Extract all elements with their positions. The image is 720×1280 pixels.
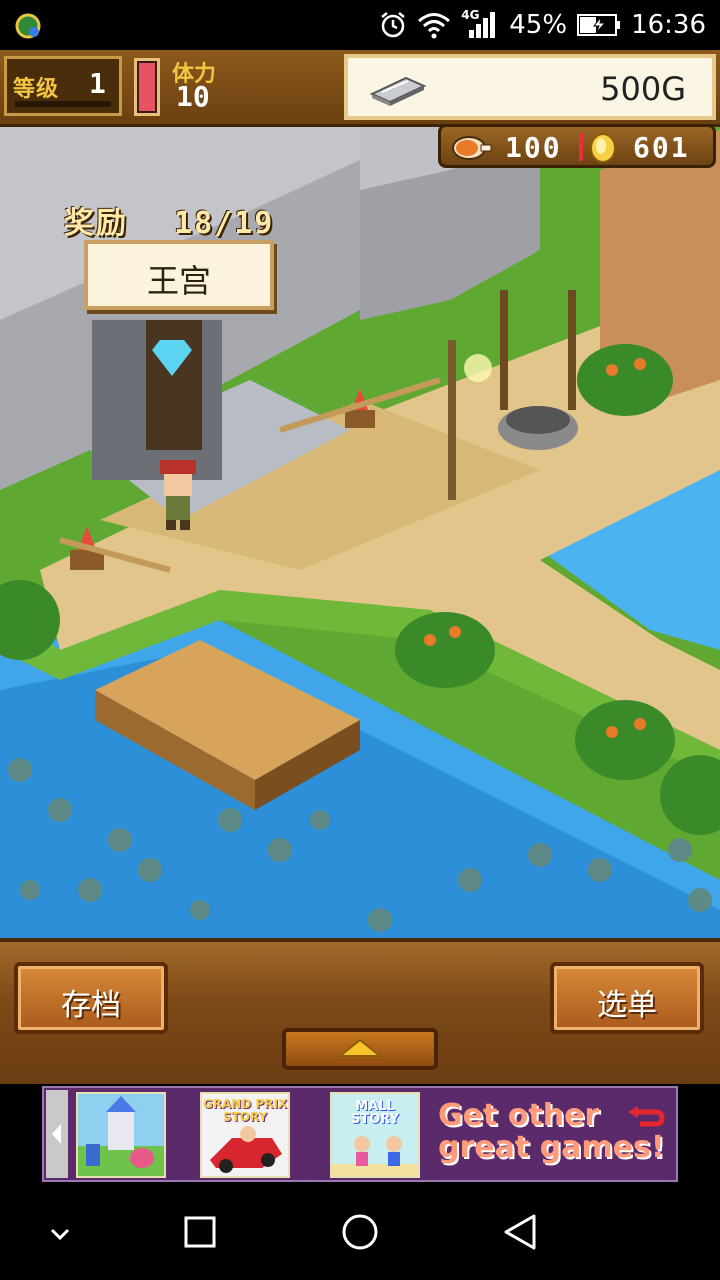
triangle-up-icon (337, 1038, 383, 1057)
gold-value: 500G (600, 70, 686, 108)
chevron-left-icon (52, 1124, 61, 1144)
meat-icon (452, 136, 492, 160)
cta-line-2: great games! (438, 1130, 665, 1165)
battery-percent: 45% (509, 10, 568, 40)
menu-button[interactable]: 选单 (550, 962, 704, 1034)
expand-menu-button[interactable] (282, 1028, 438, 1070)
grand-prix-story-app[interactable]: GRAND PRIX STORY (200, 1092, 290, 1178)
bush (575, 700, 675, 780)
collapse-icon[interactable] (30, 1206, 90, 1262)
battery-charging-icon (577, 14, 621, 36)
bush (395, 612, 495, 688)
top-hud: 等级 1 体力 10 500G (0, 50, 720, 127)
reward-progress: 18/19 (174, 206, 275, 241)
get-games-cta[interactable]: Get other great games! (438, 1100, 674, 1172)
reward-label: 奖励 (64, 206, 128, 241)
alarm-icon (381, 12, 406, 38)
ad-prev-button[interactable] (46, 1090, 68, 1178)
bush (577, 344, 673, 416)
level-panel: 等级 1 (4, 56, 122, 116)
stamina-fill (139, 63, 155, 111)
signal-icon: 4G (461, 8, 499, 40)
location-sign[interactable]: 王宫 (84, 240, 274, 310)
stamina-gauge (134, 58, 160, 116)
recents-icon[interactable] (170, 1206, 230, 1262)
shoppers-icon (332, 1136, 418, 1176)
town-scene (0, 50, 720, 938)
stamina-value: 10 (176, 80, 210, 113)
castle-icon (78, 1096, 164, 1176)
clock: 16:36 (631, 10, 706, 40)
status-bar: 4G 45% 16:36 (0, 0, 720, 50)
location-name: 王宫 (146, 262, 211, 300)
experience-bar (15, 101, 111, 107)
resource-bar: 100 601 (438, 124, 716, 168)
coin-icon (590, 133, 616, 163)
gold-panel: 500G (344, 54, 716, 120)
castle-game-app[interactable] (76, 1092, 166, 1178)
return-arrow-icon (628, 1106, 665, 1127)
silver-bar-icon (369, 76, 427, 106)
save-button-label: 存档 (61, 988, 121, 1023)
bottom-menu: 存档 选单 (0, 938, 720, 1088)
mall-story-app[interactable]: MALL STORY (330, 1092, 420, 1178)
level-label: 等级 (13, 77, 60, 102)
race-car-icon (210, 1126, 282, 1173)
back-icon[interactable] (490, 1206, 550, 1262)
coin-value: 601 (633, 131, 690, 164)
menu-button-label: 选单 (597, 988, 657, 1023)
level-value: 1 (89, 67, 106, 100)
home-icon[interactable] (330, 1206, 390, 1262)
ad-banner[interactable]: GRAND PRIX STORY MALL STORY Get other gr… (42, 1086, 678, 1182)
app-notification-icon (15, 13, 41, 39)
reward-counter: 奖励 18/19 (64, 198, 274, 242)
save-button[interactable]: 存档 (14, 962, 168, 1034)
wifi-icon (418, 13, 451, 39)
food-value: 100 (505, 131, 562, 164)
resource-divider (579, 133, 583, 161)
game-map[interactable] (0, 50, 720, 938)
navigation-bar (0, 1186, 720, 1280)
palace-door (146, 320, 202, 450)
ad-area: GRAND PRIX STORY MALL STORY Get other gr… (0, 1084, 720, 1186)
